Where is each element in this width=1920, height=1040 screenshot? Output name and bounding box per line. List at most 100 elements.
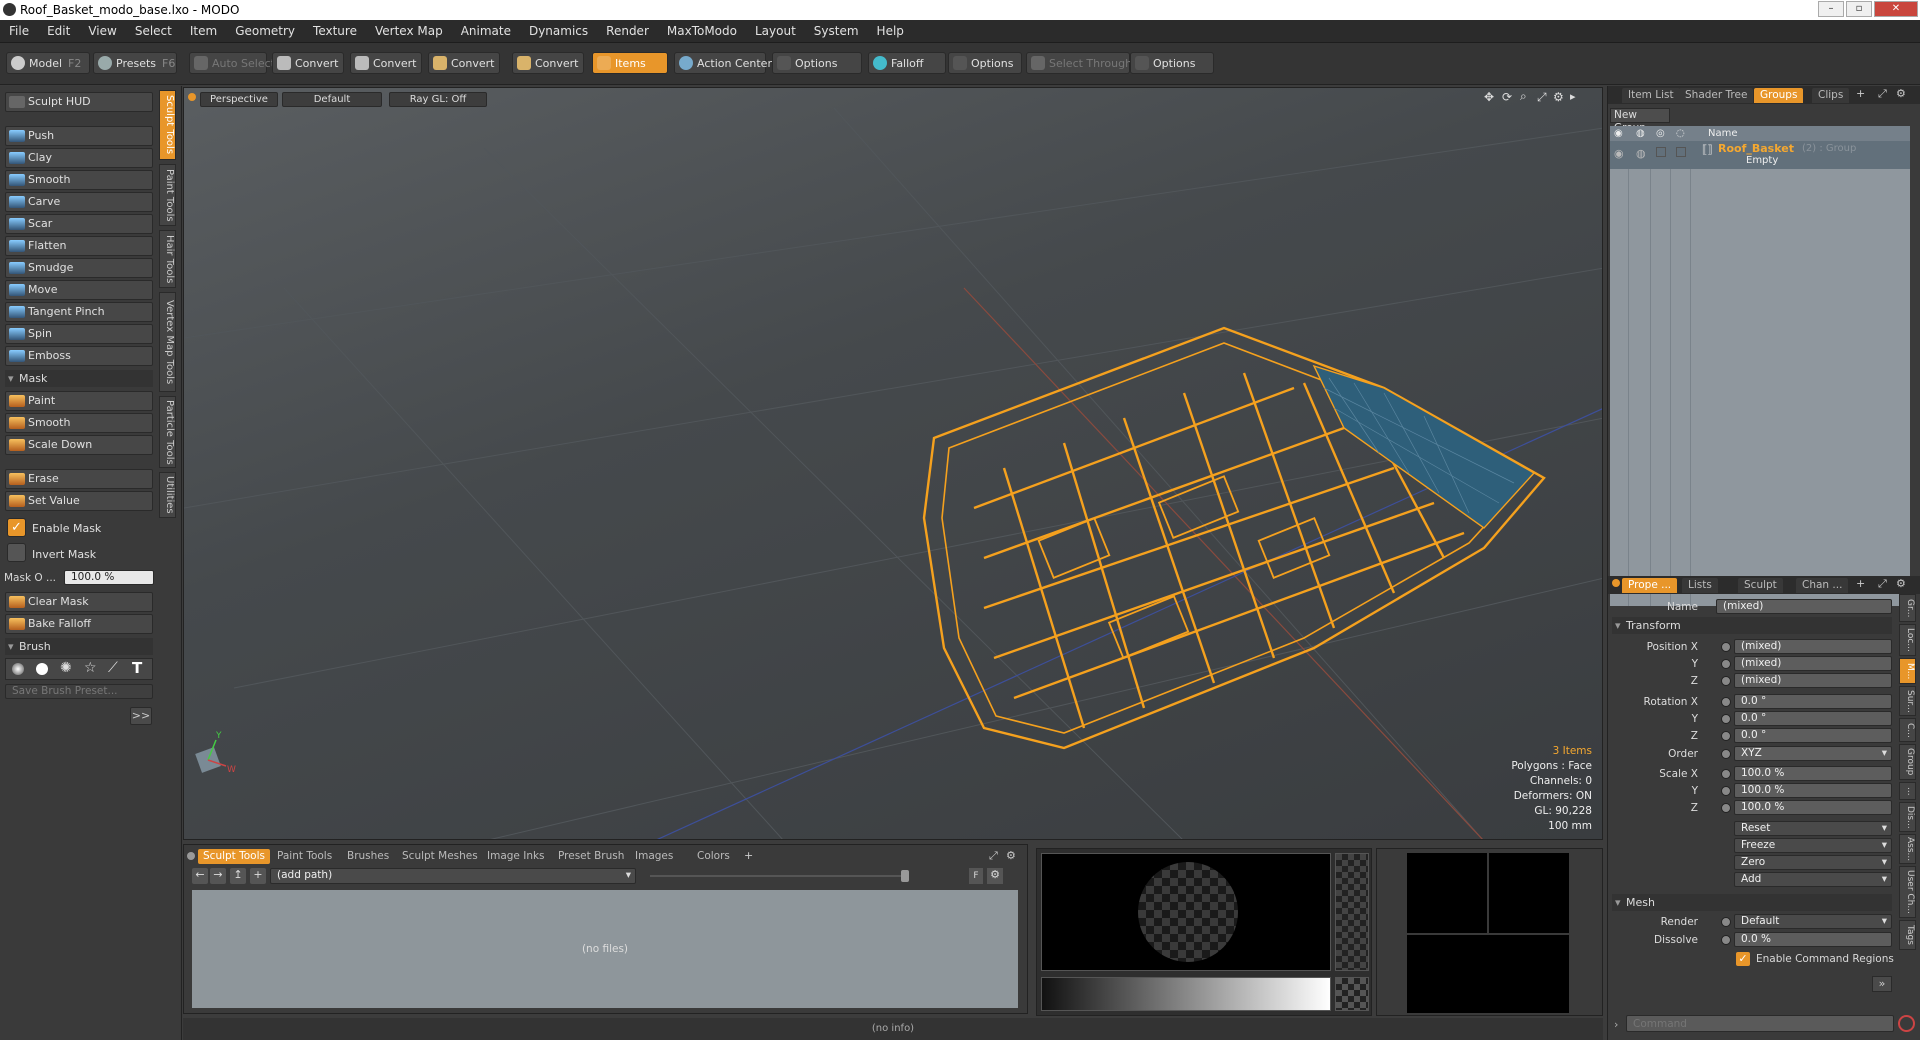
maximize-button[interactable]: ▫ xyxy=(1846,1,1872,17)
tab-brushes[interactable]: Brushes xyxy=(342,849,394,864)
expand-icon[interactable]: ⤢ xyxy=(1878,87,1887,101)
enable-command-regions-checkbox[interactable]: ✓ xyxy=(1736,952,1750,966)
animate-dot-icon[interactable] xyxy=(1721,731,1731,741)
rotation-z-field[interactable]: 0.0 ° xyxy=(1734,728,1892,743)
animate-dot-icon[interactable] xyxy=(1721,917,1731,927)
menu-view[interactable]: View xyxy=(79,20,125,42)
falloff-button[interactable]: Falloff xyxy=(868,52,946,74)
auto-select-button[interactable]: Auto Select xyxy=(189,52,275,74)
tab-utilities[interactable]: Utilities xyxy=(159,472,176,518)
mini-view-top-left[interactable] xyxy=(1407,853,1487,933)
erase-button[interactable]: Erase xyxy=(5,469,153,489)
path-dropdown[interactable]: (add path) xyxy=(270,868,636,884)
dissolve-field[interactable]: 0.0 % xyxy=(1734,932,1892,947)
menu-animate[interactable]: Animate xyxy=(452,20,520,42)
thumbnail-size-slider[interactable] xyxy=(650,875,902,877)
text-brush-icon[interactable]: T xyxy=(132,659,142,677)
record-icon[interactable] xyxy=(1898,1015,1915,1032)
side-tab-ass[interactable]: Ass... xyxy=(1899,834,1916,864)
tool-spin[interactable]: Spin xyxy=(5,324,153,344)
side-tab-loc[interactable]: Loc... xyxy=(1899,624,1916,656)
menu-edit[interactable]: Edit xyxy=(38,20,79,42)
select-options-button[interactable]: Options xyxy=(1130,52,1214,74)
settings-icon[interactable]: ⚙ xyxy=(1896,87,1906,100)
more-button[interactable]: » xyxy=(1872,976,1892,992)
menu-item[interactable]: Item xyxy=(181,20,226,42)
order-dropdown[interactable]: XYZ xyxy=(1734,746,1892,761)
tool-move[interactable]: Move xyxy=(5,280,153,300)
side-tab-tags[interactable]: Tags xyxy=(1899,920,1916,950)
tab-groups[interactable]: Groups xyxy=(1754,88,1804,103)
sculpt-hud-button[interactable]: Sculpt HUD xyxy=(5,92,153,112)
menu-help[interactable]: Help xyxy=(868,20,913,42)
invert-mask-checkbox[interactable] xyxy=(7,543,26,562)
side-tab-more[interactable]: ... xyxy=(1899,782,1916,800)
menu-vertex-map[interactable]: Vertex Map xyxy=(366,20,452,42)
browser-settings-icon[interactable]: ⚙ xyxy=(987,868,1003,884)
freeze-dropdown[interactable]: Freeze xyxy=(1734,838,1892,853)
menu-dynamics[interactable]: Dynamics xyxy=(520,20,597,42)
side-tab-sur[interactable]: Sur... xyxy=(1899,686,1916,716)
tab-sculpt-meshes[interactable]: Sculpt Meshes xyxy=(397,849,483,864)
action-center-options-button[interactable]: Options xyxy=(772,52,862,74)
expand-icon[interactable]: ⤢ xyxy=(989,849,998,863)
animate-dot-icon[interactable] xyxy=(1721,769,1731,779)
presets-button[interactable]: Presets F6 xyxy=(93,52,177,74)
convert-vertices-button[interactable]: Convert xyxy=(272,52,344,74)
animate-dot-icon[interactable] xyxy=(1721,749,1731,759)
file-browser-area[interactable]: (no files) xyxy=(192,890,1018,1008)
tab-shader-tree[interactable]: Shader Tree xyxy=(1679,88,1754,103)
add-tab-icon[interactable]: + xyxy=(1856,577,1865,590)
mask-smooth-button[interactable]: Smooth xyxy=(5,413,153,433)
tab-item-list[interactable]: Item List xyxy=(1622,88,1680,103)
falloff-options-button[interactable]: Options xyxy=(948,52,1022,74)
reset-dropdown[interactable]: Reset xyxy=(1734,821,1892,836)
menu-maxtomodo[interactable]: MaxToModo xyxy=(658,20,746,42)
convert-materials-button[interactable]: Convert xyxy=(512,52,584,74)
set-value-button[interactable]: Set Value xyxy=(5,491,153,511)
close-button[interactable]: ✕ xyxy=(1874,1,1918,17)
add-tab-icon[interactable]: + xyxy=(1856,87,1865,100)
animate-dot-icon[interactable] xyxy=(1721,935,1731,945)
scale-z-field[interactable]: 100.0 % xyxy=(1734,800,1892,815)
animate-dot-icon[interactable] xyxy=(1721,676,1731,686)
menu-select[interactable]: Select xyxy=(126,20,181,42)
tab-image-inks[interactable]: Image Inks xyxy=(482,849,550,864)
forward-arrow-icon[interactable]: → xyxy=(210,868,226,884)
tab-sculpt-tools[interactable]: Sculpt Tools xyxy=(198,849,270,864)
star-brush-icon[interactable]: ☆ xyxy=(84,660,97,676)
tab-hair-tools[interactable]: Hair Tools xyxy=(159,230,176,288)
settings-icon[interactable]: ⚙ xyxy=(1006,849,1016,862)
animate-dot-icon[interactable] xyxy=(1721,642,1731,652)
position-z-field[interactable]: (mixed) xyxy=(1734,673,1892,688)
soft-brush-icon[interactable] xyxy=(12,663,24,675)
tab-colors[interactable]: Colors xyxy=(692,849,735,864)
mini-view-bottom[interactable] xyxy=(1407,935,1569,1013)
tab-images[interactable]: Images xyxy=(630,849,678,864)
mask-scale-down-button[interactable]: Scale Down xyxy=(5,435,153,455)
roof-basket-wireframe[interactable] xyxy=(922,326,1546,750)
side-tab-dis[interactable]: Dis... xyxy=(1899,802,1916,832)
render-toggle-icon[interactable]: ◍ xyxy=(1636,147,1646,160)
tool-flatten[interactable]: Flatten xyxy=(5,236,153,256)
tab-vertex-map-tools[interactable]: Vertex Map Tools xyxy=(159,292,176,392)
add-dropdown[interactable]: Add xyxy=(1734,872,1892,887)
procedural-brush-icon[interactable]: ⟋ xyxy=(108,660,118,676)
rotation-y-field[interactable]: 0.0 ° xyxy=(1734,711,1892,726)
back-arrow-icon[interactable]: ← xyxy=(192,868,208,884)
scale-y-field[interactable]: 100.0 % xyxy=(1734,783,1892,798)
scale-x-field[interactable]: 100.0 % xyxy=(1734,766,1892,781)
tab-sculpt[interactable]: Sculpt xyxy=(1738,578,1783,593)
tab-lists[interactable]: Lists xyxy=(1682,578,1718,593)
convert-polygons-button[interactable]: Convert xyxy=(428,52,500,74)
expand-icon[interactable]: ⤢ xyxy=(1878,577,1887,591)
parent-folder-icon[interactable]: ↥ xyxy=(230,868,246,884)
tool-smudge[interactable]: Smudge xyxy=(5,258,153,278)
menu-geometry[interactable]: Geometry xyxy=(226,20,304,42)
animate-dot-icon[interactable] xyxy=(1721,659,1731,669)
menu-file[interactable]: File xyxy=(0,20,38,42)
menu-render[interactable]: Render xyxy=(597,20,658,42)
more-button[interactable]: >> xyxy=(130,707,152,725)
mesh-section-header[interactable]: Mesh xyxy=(1612,894,1892,911)
side-tab-group[interactable]: Group xyxy=(1899,744,1916,780)
